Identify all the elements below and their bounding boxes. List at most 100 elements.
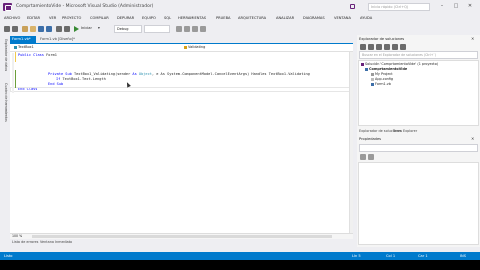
solution-tree: Solución 'ComprtamientoVide' (1 proyecto…: [358, 60, 479, 126]
home-icon[interactable]: [360, 44, 366, 50]
bookmark-icon[interactable]: [184, 26, 190, 32]
event-select[interactable]: Validating: [182, 45, 342, 51]
right-tool-panel: Explorador de soluciones ✕ Buscar en el …: [357, 35, 480, 247]
keyword: Public Class: [18, 53, 44, 57]
standard-toolbar: Iniciar ▾ Debug: [0, 23, 480, 35]
tree-item-my-project[interactable]: My Project: [371, 72, 393, 76]
close-button[interactable]: ✕: [464, 2, 476, 11]
start-button-label[interactable]: Iniciar: [81, 26, 92, 30]
new-project-icon[interactable]: [22, 26, 28, 32]
properties-grid: [358, 162, 479, 245]
uncomment-icon[interactable]: [200, 26, 206, 32]
find-icon[interactable]: [176, 26, 182, 32]
change-marker: [15, 52, 16, 62]
toolbox-tab[interactable]: Cuadro de herramientas: [1, 83, 8, 133]
menu-depurar[interactable]: DEPURAR: [117, 16, 134, 20]
condition-expr: TextBox1.Text.Length: [62, 77, 106, 81]
class-name: Form1: [46, 53, 57, 57]
redo-icon[interactable]: [64, 26, 70, 32]
notification-flag-icon[interactable]: [350, 4, 355, 9]
horizontal-scrollbar[interactable]: [32, 235, 332, 238]
app-config-label: App.config: [375, 77, 394, 81]
method-signature-rest: , e As System.ComponentModel.CancelEvent…: [151, 72, 310, 76]
code-line-3: If TextBox1.Text.Length: [56, 77, 106, 81]
forward-icon[interactable]: [12, 26, 18, 32]
keyword: As: [132, 72, 137, 76]
server-explorer-tab[interactable]: Explorador de datos: [1, 39, 8, 79]
solution-explorer-title: Explorador de soluciones: [359, 37, 405, 41]
chevron-down-icon[interactable]: ▾: [98, 26, 100, 30]
save-icon[interactable]: [38, 26, 44, 32]
code-line-4: End Sub: [48, 82, 64, 86]
menu-arquitectura[interactable]: ARQUITECTURA: [238, 16, 266, 20]
show-all-files-icon[interactable]: [392, 44, 398, 50]
bottom-black-bar: [0, 260, 480, 270]
maximize-button[interactable]: □: [450, 2, 462, 11]
comment-icon[interactable]: [192, 26, 198, 32]
alphabetical-icon[interactable]: [368, 154, 374, 160]
menu-proyecto[interactable]: PROYECTO: [62, 16, 81, 20]
menu-analizar[interactable]: ANALIZAR: [276, 16, 294, 20]
event-select-value: Validating: [188, 45, 206, 49]
code-line-2: Private Sub TextBox1_Validating(sender A…: [48, 72, 310, 76]
menu-editar[interactable]: EDITAR: [27, 16, 40, 20]
solution-search-input[interactable]: Buscar en el Explorador de soluciones (C…: [359, 51, 478, 59]
menu-herramientas[interactable]: HERRAMIENTAS: [178, 16, 206, 20]
properties-object-select[interactable]: [359, 144, 478, 152]
type-name: Object: [138, 72, 152, 76]
left-tool-strip: Explorador de datos Cuadro de herramient…: [0, 35, 9, 245]
undo-icon[interactable]: [56, 26, 62, 32]
categorized-icon[interactable]: [360, 154, 366, 160]
tab-error-list[interactable]: Lista de errores: [12, 240, 38, 244]
tree-item-form1[interactable]: Form1.vb: [371, 82, 391, 86]
tab-team-explorer[interactable]: Team Explorer: [393, 129, 417, 133]
project-label: ComprtamientoVide: [369, 67, 408, 71]
config-file-icon: [371, 77, 374, 81]
solution-icon: [361, 62, 364, 66]
menu-sql[interactable]: SQL: [164, 16, 171, 20]
refresh-icon[interactable]: [376, 44, 382, 50]
menu-diagramas[interactable]: DIAGRAMAS: [303, 16, 325, 20]
wrench-icon: [371, 72, 374, 76]
menu-compilar[interactable]: COMPILAR: [90, 16, 109, 20]
tree-item-app-config[interactable]: App.config: [371, 77, 393, 81]
minimize-button[interactable]: –: [436, 2, 448, 11]
title-bar: ComprtamientoVide - Microsoft Visual Stu…: [0, 0, 480, 14]
platform-select[interactable]: [144, 25, 170, 33]
vertical-scrollbar[interactable]: [349, 52, 353, 233]
open-folder-icon[interactable]: [30, 26, 36, 32]
menu-prueba[interactable]: PRUEBA: [216, 16, 231, 20]
menu-ayuda[interactable]: AYUDA: [360, 16, 372, 20]
properties-title: Propiedades: [359, 137, 382, 141]
start-icon[interactable]: [74, 26, 79, 32]
tab-immediate-window[interactable]: Ventana Inmediato: [40, 240, 72, 244]
menu-bar: ARCHIVO EDITAR VER PROYECTO COMPILAR DEP…: [0, 14, 480, 23]
zoom-level[interactable]: 100 %: [12, 234, 22, 238]
menu-archivo[interactable]: ARCHIVO: [4, 16, 20, 20]
close-icon[interactable]: ✕: [471, 136, 474, 141]
menu-ventana[interactable]: VENTANA: [334, 16, 351, 20]
object-select[interactable]: TextBox1: [12, 45, 172, 51]
tree-item-solution[interactable]: Solución 'ComprtamientoVide' (1 proyecto…: [361, 62, 438, 66]
close-icon[interactable]: ✕: [471, 36, 474, 41]
save-all-icon[interactable]: [46, 26, 52, 32]
separator: [106, 25, 110, 33]
back-icon[interactable]: [4, 26, 10, 32]
change-marker: [15, 70, 16, 88]
status-bar: Listo Lín 5 Col 1 Car 1 INS: [0, 252, 480, 260]
tree-item-project[interactable]: ComprtamientoVide: [365, 67, 407, 71]
configuration-select[interactable]: Debug: [114, 25, 142, 33]
quick-launch-input[interactable]: Inicio rápido (Ctrl+Q): [368, 3, 430, 11]
code-editor[interactable]: ⊟ Public Class Form1 ⊟ Private Sub TextB…: [10, 52, 353, 233]
menu-ver[interactable]: VER: [49, 16, 56, 20]
sync-icon[interactable]: [368, 44, 374, 50]
collapse-all-icon[interactable]: [384, 44, 390, 50]
properties-icon[interactable]: [400, 44, 406, 50]
event-icon: [184, 45, 187, 49]
visual-studio-logo-icon: [3, 3, 12, 11]
current-line-highlight: [10, 87, 353, 92]
insert-mode-indicator: INS: [460, 254, 467, 258]
char-indicator: Car 1: [418, 254, 428, 258]
status-text: Listo: [4, 254, 13, 258]
menu-equipo[interactable]: EQUIPO: [142, 16, 156, 20]
